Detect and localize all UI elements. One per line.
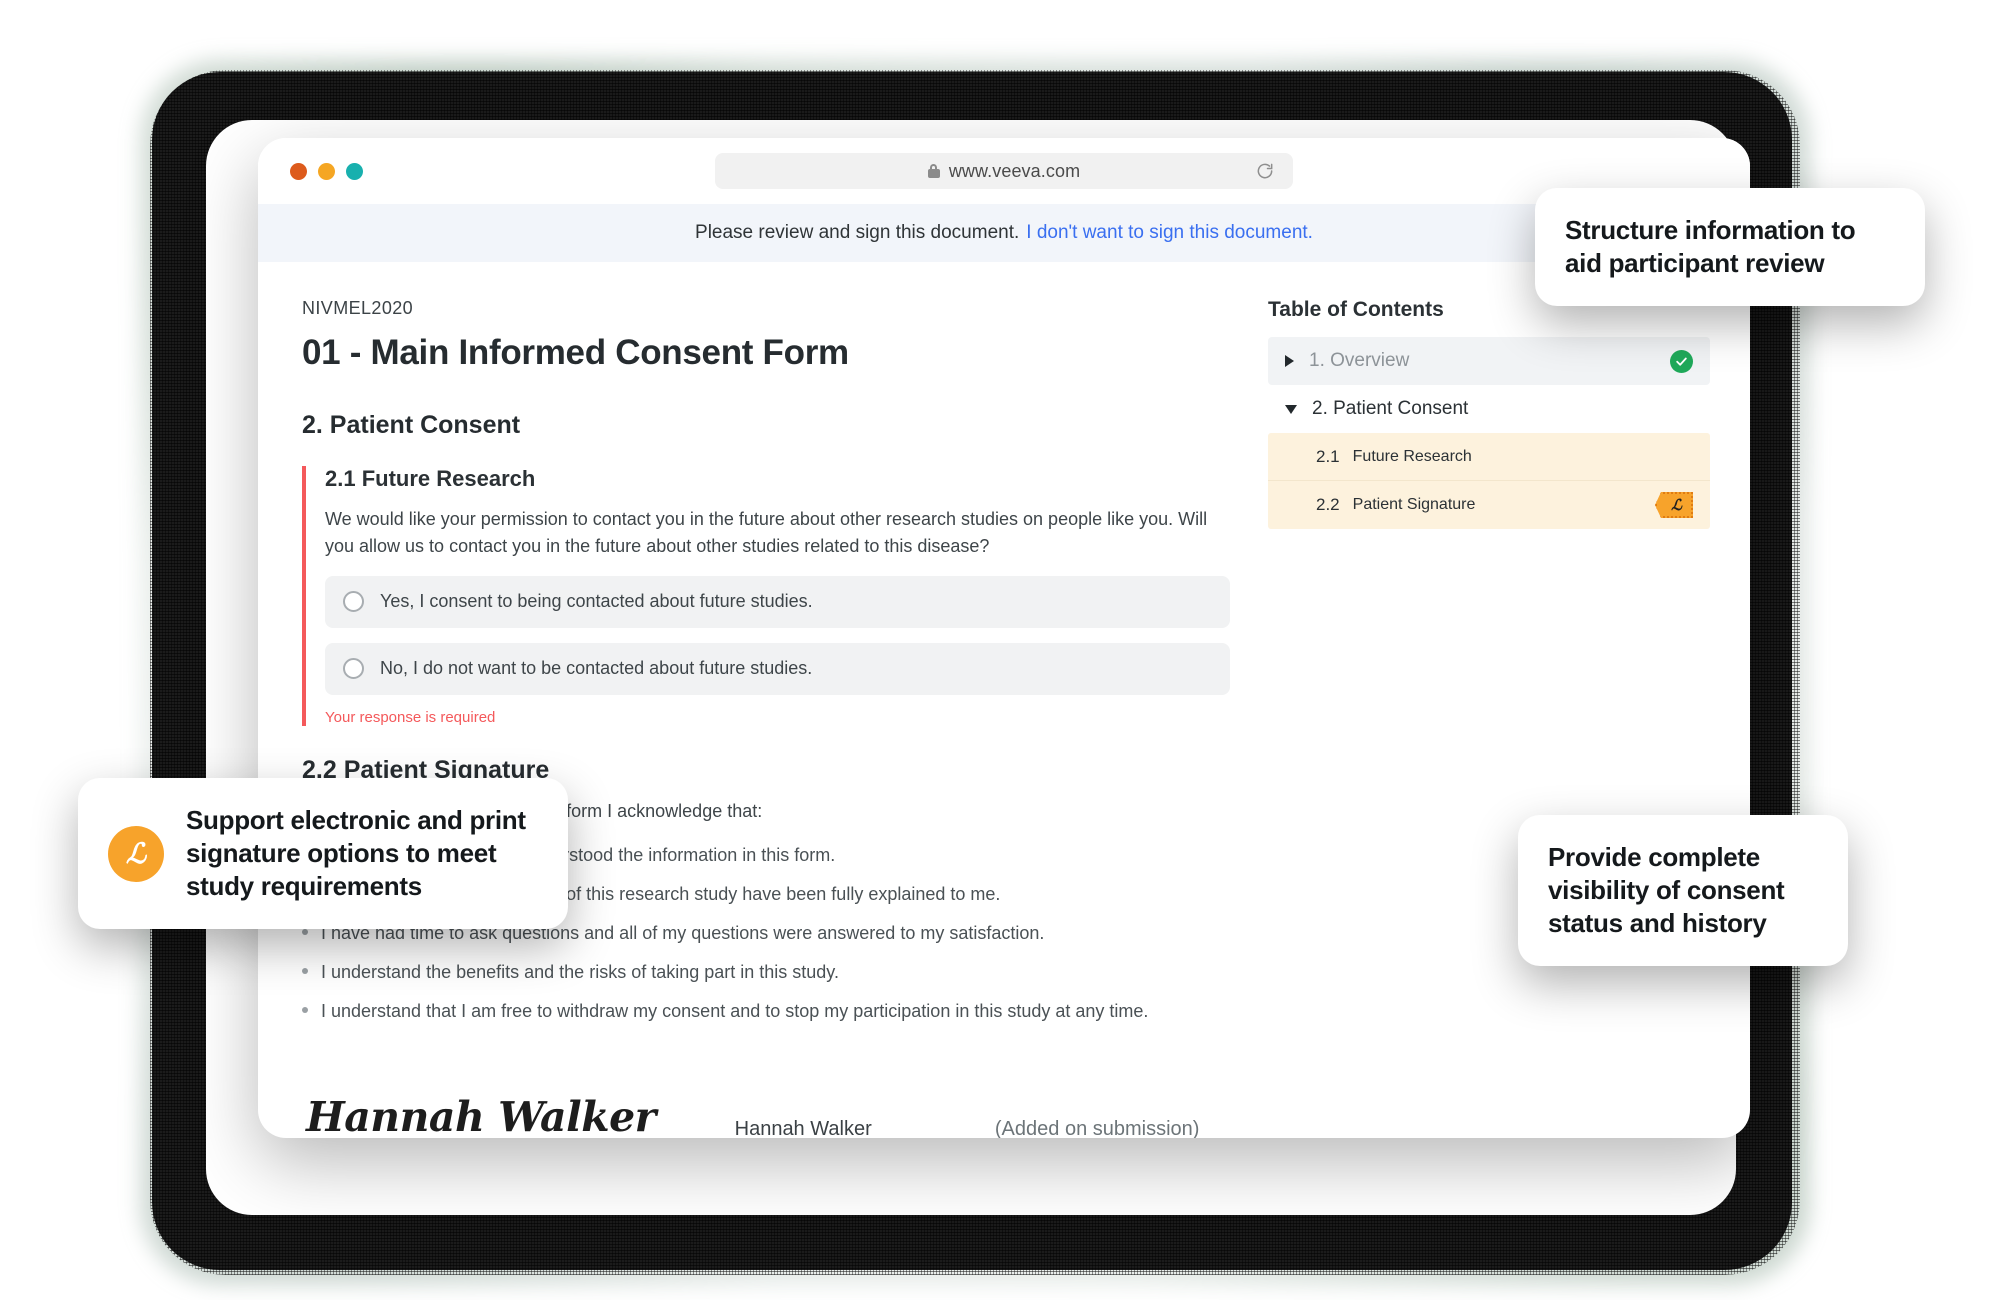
url-text: www.veeva.com	[948, 160, 1081, 181]
callout-text: Structure information to aid participant…	[1565, 215, 1856, 279]
toc-item-patient-consent[interactable]: 2. Patient Consent	[1268, 385, 1710, 433]
radio-option-no[interactable]: No, I do not want to be contacted about …	[325, 642, 1230, 695]
toc-subitem-group: 2.1 Future Research 2.2 Patient Signatur…	[1268, 433, 1710, 529]
list-item-text: I understand the benefits and the risks …	[321, 962, 839, 982]
caret-down-icon[interactable]	[1285, 404, 1297, 414]
toc-item-overview[interactable]: 1. Overview	[1268, 337, 1710, 385]
callout-text: Support electronic and print signature o…	[186, 805, 526, 902]
close-window-dot[interactable]	[290, 162, 307, 180]
date-value: (Added on submission)	[994, 1118, 1200, 1138]
bullet-icon	[302, 928, 308, 935]
veeva-signature-icon: ℒ	[108, 825, 164, 882]
address-bar[interactable]: www.veeva.com	[715, 153, 1293, 189]
radio-icon[interactable]	[343, 658, 364, 680]
date-field: (Added on submission) Date (YYYY-MM-DD)	[995, 1096, 1230, 1138]
signature-badge-icon: ℒ	[1655, 492, 1693, 518]
browser-window: www.veeva.com Please review and sign thi…	[258, 138, 1750, 1138]
callout-visibility: Provide complete visibility of consent s…	[1518, 815, 1848, 967]
radio-option-label: No, I do not want to be contacted about …	[380, 658, 813, 679]
question-block-2-1: 2.1 Future Research We would like your p…	[302, 466, 1230, 726]
printed-name-field[interactable]: Hannah Walker Printed Name	[735, 1096, 965, 1138]
list-item-text: I understand that I am free to withdraw …	[321, 1001, 1149, 1022]
callout-text: Provide complete visibility of consent s…	[1548, 842, 1785, 939]
toc-subitem-label: Patient Signature	[1352, 496, 1476, 513]
list-item: I understand the benefits and the risks …	[302, 959, 1230, 985]
callout-structure: Structure information to aid participant…	[1535, 188, 1925, 307]
check-circle-icon	[1670, 349, 1693, 373]
banner-message: Please review and sign this document.	[695, 222, 1020, 243]
question-heading: 2.1 Future Research	[325, 466, 536, 491]
bullet-icon	[302, 1007, 308, 1014]
window-controls[interactable]	[290, 162, 363, 180]
toc-item-label: 1. Overview	[1309, 350, 1410, 371]
toc-subitem-patient-signature[interactable]: 2.2 Patient Signature ℒ	[1268, 481, 1710, 529]
screenshot-stage: www.veeva.com Please review and sign thi…	[0, 0, 2000, 1300]
signature-value: Hannah Walker	[306, 1093, 656, 1138]
radio-option-yes[interactable]: Yes, I consent to being contacted about …	[325, 575, 1230, 628]
browser-titlebar: www.veeva.com	[258, 138, 1750, 204]
toc-subitem-number: 2.2	[1316, 495, 1340, 514]
section-heading: 2. Patient Consent	[302, 411, 521, 439]
minimize-window-dot[interactable]	[318, 162, 335, 180]
validation-error: Your response is required	[325, 708, 496, 726]
toc-item-label: 2. Patient Consent	[1312, 398, 1469, 419]
page-body: NIVMEL2020 01 - Main Informed Consent Fo…	[258, 262, 1750, 1138]
lock-icon	[927, 164, 940, 178]
bullet-icon	[302, 968, 308, 974]
toc-subitem-label: Future Research	[1352, 447, 1472, 465]
toc-subitem-future-research[interactable]: 2.1 Future Research	[1268, 433, 1710, 481]
study-code: NIVMEL2020	[302, 298, 414, 318]
review-notice-banner: Please review and sign this document. I …	[258, 204, 1750, 262]
printed-name-value: Hannah Walker	[734, 1118, 872, 1138]
question-text: We would like your permission to contact…	[325, 509, 1208, 557]
signature-fields-row: Hannah Walker Signature Hannah Walker Pr…	[302, 1093, 1230, 1138]
toc-subitem-number: 2.1	[1316, 446, 1340, 466]
signature-field[interactable]: Hannah Walker Signature	[306, 1093, 705, 1138]
maximize-window-dot[interactable]	[346, 162, 363, 180]
reload-icon[interactable]	[1255, 161, 1275, 181]
decline-sign-link[interactable]: I don't want to sign this document.	[1026, 222, 1313, 244]
radio-icon[interactable]	[343, 591, 364, 613]
radio-option-label: Yes, I consent to being contacted about …	[380, 591, 813, 612]
list-item: I understand that I am free to withdraw …	[302, 998, 1230, 1024]
toc-list: 1. Overview 2. Patient Consent 2.1 Futur…	[1268, 337, 1710, 529]
document-pane: NIVMEL2020 01 - Main Informed Consent Fo…	[258, 298, 1268, 1138]
page-title: 01 - Main Informed Consent Form	[302, 333, 849, 372]
caret-right-icon[interactable]	[1285, 355, 1294, 367]
table-of-contents: Table of Contents 1. Overview 2. Patient…	[1268, 298, 1750, 1138]
callout-signature: ℒ Support electronic and print signature…	[78, 778, 568, 930]
